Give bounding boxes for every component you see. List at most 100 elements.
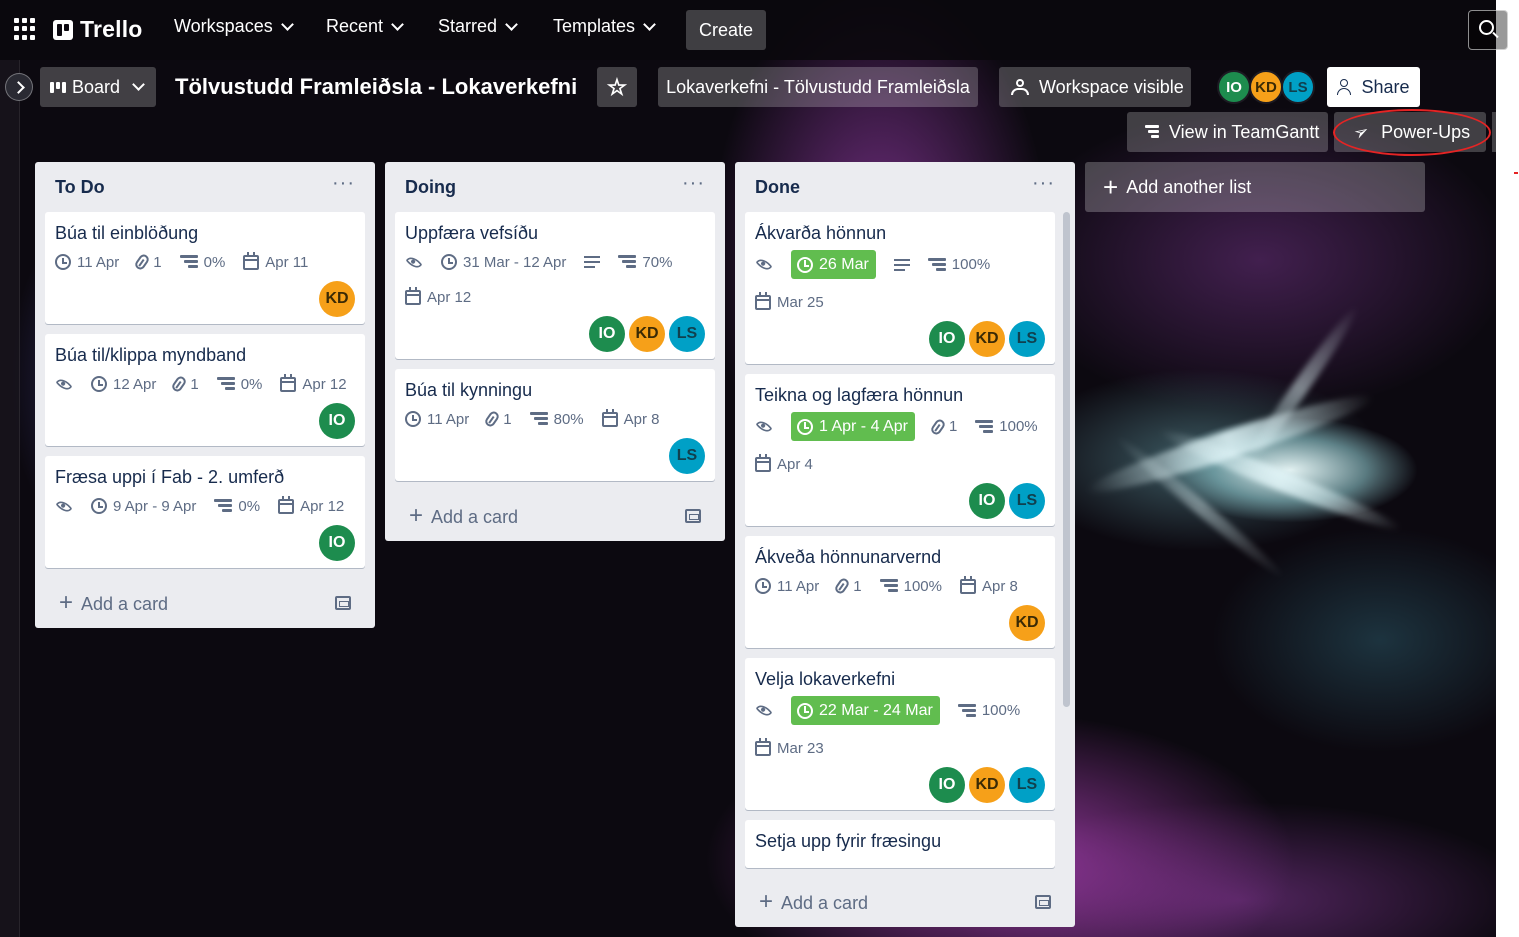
due-date-badge: 11 Apr xyxy=(55,250,119,274)
start-date-badge: Mar 25 xyxy=(755,290,824,314)
list-menu-icon[interactable]: ··· xyxy=(1032,173,1055,196)
avatar[interactable]: LS xyxy=(1009,321,1045,357)
list-done: Done ··· Ákvarða hönnun 26 Mar 100% Mar 25 IO K… xyxy=(735,162,1075,927)
paperclip-icon xyxy=(929,417,947,436)
teamgantt-progress-icon xyxy=(927,257,946,272)
avatar[interactable]: KD xyxy=(629,316,665,352)
calendar-icon xyxy=(243,251,260,270)
card[interactable]: Búa til einblöðung 11 Apr 1 0% Apr 11 KD xyxy=(45,212,365,324)
card-container: Ákvarða hönnun 26 Mar 100% Mar 25 IO KD LS Teik… xyxy=(735,212,1075,868)
add-another-list-button[interactable]: + Add another list xyxy=(1085,162,1425,212)
attachments-badge-text: 1 xyxy=(153,253,162,271)
avatar[interactable]: IO xyxy=(319,525,355,561)
add-card-button[interactable]: + Add a card xyxy=(735,877,1075,927)
card[interactable]: Búa til/klippa myndband 12 Apr 1 0% Apr 12 IO xyxy=(45,334,365,446)
card-template-icon[interactable] xyxy=(685,509,701,523)
card-template-icon[interactable] xyxy=(335,596,351,610)
card-template-icon[interactable] xyxy=(1035,895,1051,909)
card-badges: 11 Apr 1 0% Apr 11 xyxy=(55,250,355,274)
avatar[interactable]: IO xyxy=(929,767,965,803)
recent-menu[interactable]: Recent xyxy=(326,16,404,37)
add-list-label: Add another list xyxy=(1126,176,1252,197)
card-badges: 1 Apr - 4 Apr 1 100% Apr 4 xyxy=(755,412,1045,476)
avatar[interactable]: KD xyxy=(969,767,1005,803)
list-scrollbar[interactable] xyxy=(1063,212,1070,707)
card-title: Búa til einblöðung xyxy=(55,223,199,243)
card[interactable]: Uppfæra vefsíðu 31 Mar - 12 Apr 70% Apr 12 I… xyxy=(395,212,715,359)
card[interactable]: Velja lokaverkefni 22 Mar - 24 Mar 100% Mar… xyxy=(745,658,1055,810)
attachments-badge: 1 xyxy=(170,372,199,396)
start-date-badge: Apr 8 xyxy=(601,407,660,431)
view-in-teamgantt-button[interactable]: View in TeamGantt xyxy=(1127,112,1328,152)
list-title[interactable]: Doing xyxy=(405,177,456,198)
start-date-badge-text: Apr 8 xyxy=(981,577,1018,595)
card-title: Velja lokaverkefni xyxy=(755,669,896,689)
board-view-switcher[interactable]: Board xyxy=(40,67,156,107)
start-date-badge: Apr 4 xyxy=(755,452,813,476)
share-label: Share xyxy=(1361,76,1410,97)
board-menu-button-edge[interactable] xyxy=(1492,112,1496,152)
avatar[interactable]: IO xyxy=(969,483,1005,519)
progress-badge: 100% xyxy=(927,253,990,277)
workspaces-menu[interactable]: Workspaces xyxy=(174,16,294,37)
workspace-name-button[interactable]: Lokaverkefni - Tölvustudd Framleiðsla xyxy=(658,67,978,107)
avatar[interactable]: LS xyxy=(1009,483,1045,519)
add-card-label-wrap: + Add a card xyxy=(59,589,168,617)
board-title[interactable]: Tölvustudd Framleiðsla - Lokaverkefni xyxy=(175,74,577,100)
avatar[interactable]: KD xyxy=(319,281,355,317)
power-ups-button[interactable]: ➢ Power-Ups xyxy=(1334,112,1486,152)
avatar[interactable]: LS xyxy=(669,316,705,352)
card[interactable]: Fræsa uppi í Fab - 2. umferð 9 Apr - 9 Ap… xyxy=(45,456,365,568)
plus-icon: + xyxy=(1103,171,1119,202)
list-title[interactable]: Done xyxy=(755,177,800,198)
avatar[interactable]: LS xyxy=(1009,767,1045,803)
add-card-button[interactable]: + Add a card xyxy=(385,491,725,541)
templates-menu[interactable]: Templates xyxy=(553,16,656,37)
starred-menu[interactable]: Starred xyxy=(438,16,518,37)
create-button[interactable]: Create xyxy=(686,10,766,50)
plus-icon: + xyxy=(59,589,74,616)
teamgantt-progress-icon xyxy=(214,499,233,513)
workspace-sidebar-collapsed xyxy=(0,60,20,937)
watch-icon xyxy=(405,253,423,271)
avatar[interactable]: KD xyxy=(1009,605,1045,641)
card-badges: 31 Mar - 12 Apr 70% Apr 12 xyxy=(405,250,705,309)
expand-sidebar-button[interactable] xyxy=(5,73,33,101)
avatar[interactable]: LS xyxy=(1281,70,1315,104)
list-header: To Do ··· xyxy=(35,162,375,212)
card-members: IO KD LS xyxy=(755,314,1045,364)
avatar[interactable]: LS xyxy=(669,438,705,474)
search-button[interactable] xyxy=(1468,10,1508,50)
chevron-down-icon xyxy=(643,17,656,31)
avatar[interactable]: IO xyxy=(929,321,965,357)
list-menu-icon[interactable]: ··· xyxy=(332,173,355,196)
watch-badge xyxy=(755,699,773,723)
app-switcher-icon[interactable] xyxy=(14,18,36,40)
card[interactable]: Setja upp fyrir fræsingu xyxy=(745,820,1055,868)
list-menu-icon[interactable]: ··· xyxy=(682,173,705,196)
templates-label: Templates xyxy=(553,16,636,36)
card[interactable]: Búa til kynningu 11 Apr 1 80% Apr 8 LS xyxy=(395,369,715,481)
attachments-badge: 1 xyxy=(833,574,862,598)
share-button[interactable]: Share xyxy=(1327,67,1420,107)
avatar[interactable]: IO xyxy=(589,316,625,352)
avatar[interactable]: KD xyxy=(969,321,1005,357)
avatar[interactable]: IO xyxy=(319,403,355,439)
trello-logo[interactable]: Trello xyxy=(53,16,143,43)
description-badge xyxy=(584,250,601,274)
card[interactable]: Ákveða hönnunarvernd 11 Apr 1 100% Apr 8 KD xyxy=(745,536,1055,648)
start-date-badge-text: Apr 8 xyxy=(623,410,660,428)
card-members: LS xyxy=(405,431,705,481)
teamgantt-progress-icon xyxy=(957,703,976,718)
add-card-button[interactable]: + Add a card xyxy=(35,578,375,628)
start-date-badge-text: Apr 4 xyxy=(777,455,813,473)
visibility-button[interactable]: Workspace visible xyxy=(999,67,1191,107)
card[interactable]: Teikna og lagfæra hönnun 1 Apr - 4 Apr 1 10… xyxy=(745,374,1055,526)
star-board-button[interactable]: ★ xyxy=(597,67,637,107)
due-date-badge: 31 Mar - 12 Apr xyxy=(441,250,566,274)
avatar[interactable]: KD xyxy=(1249,70,1283,104)
avatar[interactable]: IO xyxy=(1217,70,1251,104)
list-title[interactable]: To Do xyxy=(55,177,105,198)
due-date-badge: 9 Apr - 9 Apr xyxy=(91,494,196,518)
card[interactable]: Ákvarða hönnun 26 Mar 100% Mar 25 IO KD LS xyxy=(745,212,1055,364)
